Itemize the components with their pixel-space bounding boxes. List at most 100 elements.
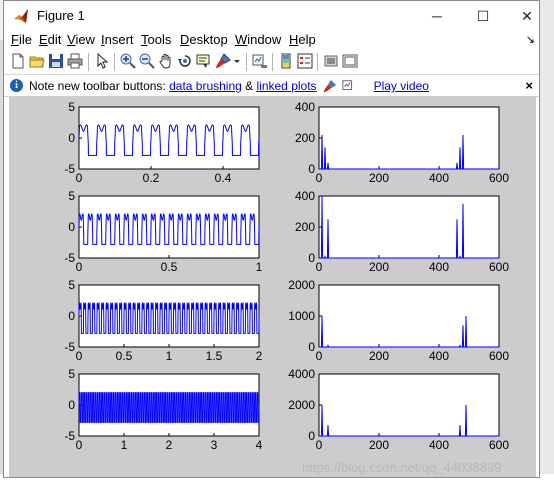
x-tick-label: 200 (369, 260, 389, 274)
insert-colorbar-icon[interactable] (278, 53, 294, 69)
info-message: Note new toolbar buttons: data brushing … (29, 79, 429, 93)
y-tick-label: 5 (68, 100, 75, 114)
y-tick-label: -5 (64, 429, 75, 443)
x-tick-label: 400 (429, 349, 449, 363)
open-file-icon[interactable] (29, 53, 45, 69)
y-tick-label: 0 (68, 309, 75, 323)
subplot-2: 0 200 400 600 0 200 400 (295, 100, 509, 185)
subplot-5: 0 0.5 1 1.5 2-505 (64, 278, 262, 363)
x-tick-label: 1 (121, 438, 128, 452)
menu-file[interactable]: File (11, 32, 32, 47)
x-tick-label: 1 (256, 260, 263, 274)
y-tick-label: -5 (64, 251, 75, 265)
info-close-icon[interactable]: × (525, 78, 533, 93)
figure-window: Figure 1 ─ ☐ ✕ File Edit View Insert Too… (3, 0, 540, 478)
brush-dropdown-icon[interactable] (233, 53, 241, 69)
x-tick-label: 1 (166, 349, 173, 363)
x-tick-label: 1.5 (206, 349, 223, 363)
link-plot-icon[interactable] (252, 53, 268, 69)
y-tick-label: 5 (68, 189, 75, 203)
toolbar-separator (272, 53, 273, 71)
info-icon: i (10, 79, 23, 92)
y-tick-label: -5 (64, 340, 75, 354)
axes-box (318, 373, 500, 437)
data-brushing-link[interactable]: data brushing (169, 79, 242, 93)
menu-tools[interactable]: Tools (141, 32, 171, 47)
toolbar-separator (246, 53, 247, 71)
zoom-in-icon[interactable] (120, 53, 136, 69)
rotate-3d-icon[interactable] (177, 53, 193, 69)
title-bar: Figure 1 ─ ☐ ✕ (4, 1, 539, 31)
edit-plot-arrow-icon[interactable] (94, 53, 110, 69)
save-icon[interactable] (48, 53, 64, 69)
menu-insert[interactable]: Insert (101, 32, 134, 47)
menu-desktop[interactable]: Desktop (180, 32, 228, 47)
pan-hand-icon[interactable] (158, 53, 174, 69)
x-tick-label: 2 (256, 349, 263, 363)
y-tick-label: 0 (308, 162, 315, 176)
menu-view[interactable]: View (67, 32, 95, 47)
x-tick-label: 3 (211, 438, 218, 452)
x-tick-label: 0 (316, 260, 323, 274)
x-tick-label: 0 (76, 349, 83, 363)
y-tick-label: 0 (68, 398, 75, 412)
toolbar-separator (88, 53, 89, 71)
brush-icon[interactable] (215, 53, 231, 69)
new-figure-icon[interactable] (10, 53, 26, 69)
x-tick-label: 200 (369, 171, 389, 185)
y-tick-label: 0 (68, 220, 75, 234)
y-tick-label: 400 (295, 189, 315, 203)
brush-icon (323, 79, 337, 93)
print-icon[interactable] (67, 53, 83, 69)
show-plot-tools-icon[interactable] (342, 53, 358, 69)
zoom-out-icon[interactable] (139, 53, 155, 69)
toolbar-separator (114, 53, 115, 71)
hide-plot-tools-icon[interactable] (323, 53, 339, 69)
data-cursor-icon[interactable] (196, 53, 212, 69)
y-tick-label: 200 (295, 131, 315, 145)
x-tick-label: 0.5 (161, 260, 178, 274)
y-tick-label: 2000 (288, 278, 315, 292)
y-tick-label: 200 (295, 220, 315, 234)
subplot-4: 0 200 400 600 0 200 400 (295, 189, 509, 274)
x-tick-label: 200 (369, 349, 389, 363)
menu-help[interactable]: Help (289, 32, 316, 47)
x-tick-label: 600 (489, 349, 509, 363)
x-tick-label: 600 (489, 171, 509, 185)
background-window-edge-right (540, 0, 554, 488)
link-plot-icon (342, 80, 353, 90)
series-line (78, 213, 260, 245)
minimize-button[interactable]: ─ (414, 1, 460, 31)
x-tick-label: 600 (489, 260, 509, 274)
x-tick-label: 400 (429, 438, 449, 452)
play-video-link[interactable]: Play video (374, 79, 429, 93)
x-tick-label: 400 (429, 260, 449, 274)
info-bar: i Note new toolbar buttons: data brushin… (4, 75, 539, 97)
close-button[interactable]: ✕ (504, 1, 550, 31)
y-tick-label: 4000 (288, 367, 315, 381)
matlab-logo-icon (14, 9, 28, 23)
y-tick-label: 0 (308, 340, 315, 354)
series-line (78, 124, 260, 156)
x-tick-label: 0 (76, 438, 83, 452)
linked-plots-link[interactable]: linked plots (257, 79, 317, 93)
x-tick-label: 0 (76, 171, 83, 185)
x-tick-label: 200 (369, 438, 389, 452)
y-tick-label: 0 (308, 429, 315, 443)
close-icon: ✕ (521, 7, 533, 24)
menu-edit[interactable]: Edit (39, 32, 61, 47)
subplot-8: 0 200 400 600 0 2000 4000 (288, 367, 509, 452)
insert-legend-icon[interactable] (297, 53, 313, 69)
series-line (78, 392, 260, 423)
toolbar (4, 49, 539, 75)
undock-arrow-icon[interactable]: ↘ (526, 33, 535, 46)
y-tick-label: 400 (295, 100, 315, 114)
watermark: https://blog.csdn.net/qq_44038899 (302, 460, 502, 475)
maximize-button[interactable]: ☐ (460, 1, 506, 31)
x-tick-label: 0 (316, 438, 323, 452)
x-tick-label: 2 (166, 438, 173, 452)
figure-area: 0 0.2 0.4 -5 0 5 0 200 400 600 0 200 400 0 0.5 1 -5 0 5 0 20… (9, 97, 536, 477)
menu-window[interactable]: Window (235, 32, 281, 47)
maximize-icon: ☐ (476, 7, 490, 24)
menu-bar: File Edit View Insert Tools Desktop Wind… (4, 31, 539, 49)
